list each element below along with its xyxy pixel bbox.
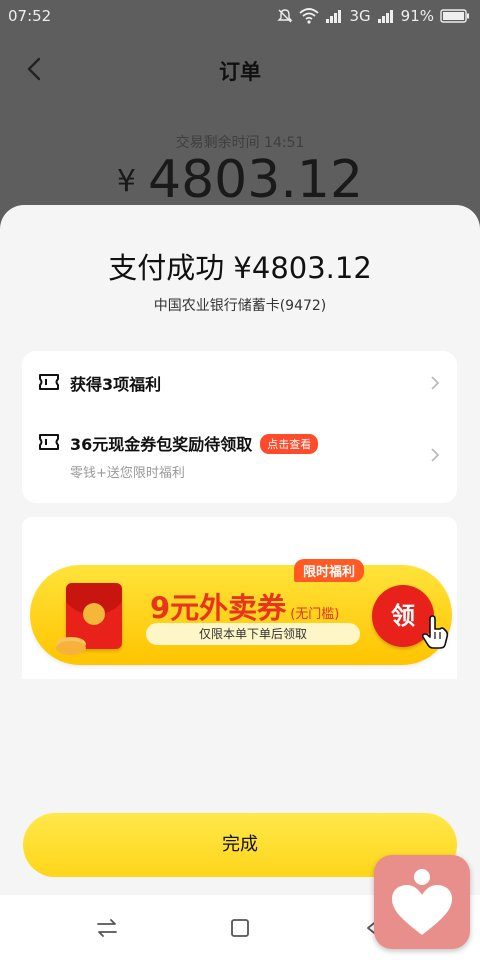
chevron-right-icon [431,376,440,390]
payment-result-sheet: 支付成功 ¥4803.12 中国农业银行储蓄卡(9472) 获得3项福利 36元… [0,205,480,895]
switch-apps-icon[interactable] [94,915,120,941]
transaction-timer: 交易剩余时间 14:51 [175,135,305,151]
status-icons: 3G 91% [277,7,470,25]
cash-voucher-label: 36元现金券包奖励待领取 点击查看 [70,431,319,455]
coins-icon [56,641,86,655]
benefits-row[interactable]: 获得3项福利 [22,369,457,409]
cash-voucher-row[interactable]: 36元现金券包奖励待领取 点击查看 零钱+送您限时福利 [22,429,457,489]
food-delivery-voucher-banner[interactable]: 9元外卖券 (无门槛) 限时福利 仅限本单下单后领取 领 [30,559,452,665]
floating-app-icon[interactable] [374,855,470,949]
red-envelope-icon [66,583,122,649]
cash-voucher-subtitle: 零钱+送您限时福利 [70,466,185,481]
order-amount: ¥4803.12 [0,150,480,210]
ticket-icon [39,374,59,390]
wifi-icon [299,8,320,24]
view-details-badge[interactable]: 点击查看 [260,434,319,454]
payment-bank-card: 中国农业银行储蓄卡(9472) [153,298,327,314]
limited-time-tag: 限时福利 [294,559,365,582]
battery-icon [440,9,469,23]
currency-symbol: ¥ [116,164,137,199]
status-bar: 07:52 3G 91% [0,0,480,34]
voucher-subtitle: 仅限本单下单后领取 [146,623,360,645]
signal-icon [326,10,342,23]
promo-card: 9元外卖券 (无门槛) 限时福利 仅限本单下单后领取 领 [22,517,457,679]
status-time: 07:52 [8,7,52,25]
voucher-amount: 9元外卖券 [150,591,287,625]
network-type: 3G [349,7,371,25]
signal-icon [377,10,393,23]
benefits-card: 获得3项福利 36元现金券包奖励待领取 点击查看 零钱+送您限时福利 [22,351,457,503]
voucher-title: 9元外卖券 (无门槛) [150,585,339,627]
heart-person-icon [392,869,452,935]
chevron-right-icon [431,448,440,462]
battery-level: 91% [400,7,434,25]
ticket-icon [39,434,59,450]
benefits-count-label: 获得3项福利 [70,375,162,394]
voucher-note: (无门槛) [290,607,340,622]
home-icon[interactable] [227,915,253,941]
mute-icon [277,9,294,23]
payment-success-title: 支付成功 ¥4803.12 [108,251,372,285]
cash-voucher-text: 36元现金券包奖励待领取 [70,435,253,454]
top-bar: 订单 [0,48,480,92]
page-title: 订单 [219,60,261,84]
pointing-hand-icon [421,615,449,649]
amount-value: 4803.12 [148,150,364,210]
